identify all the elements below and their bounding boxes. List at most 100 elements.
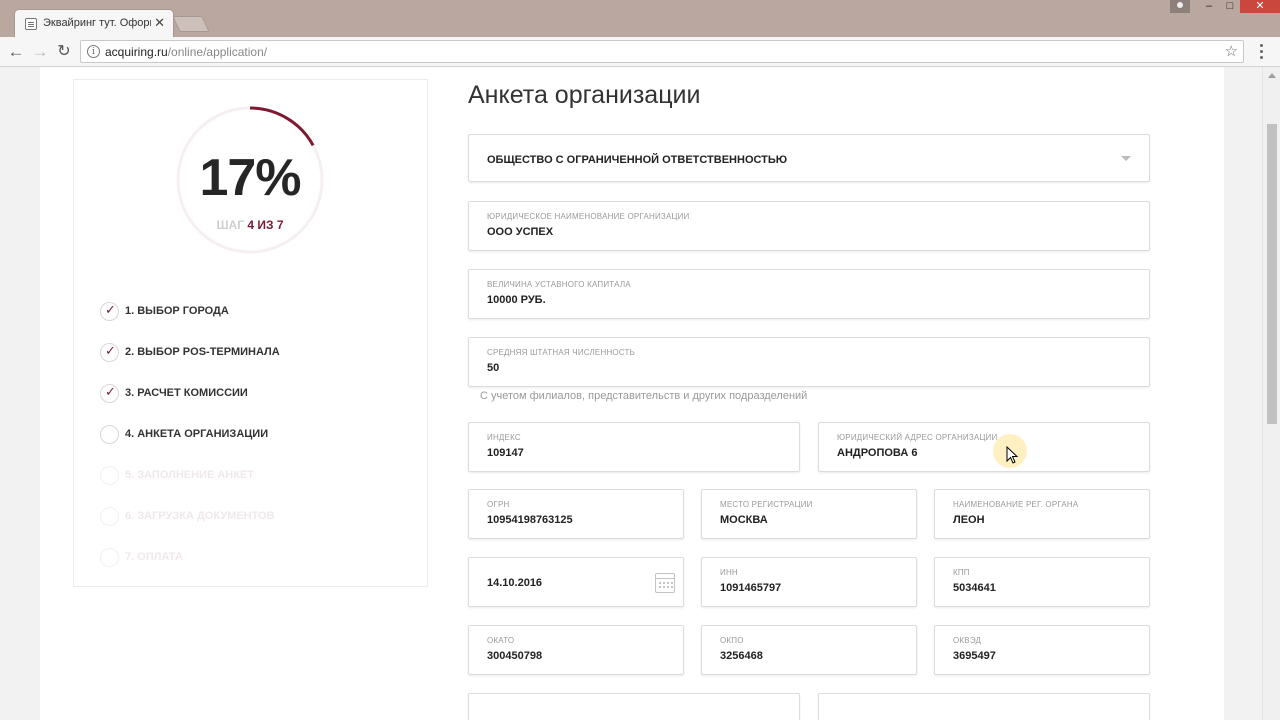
field-label: НАИМЕНОВАНИЕ РЕГ. ОРГАНА: [953, 500, 1079, 509]
step-counter: ШАГ 4 ИЗ 7: [174, 218, 326, 232]
headcount-field[interactable]: СРЕДНЯЯ ШТАТНАЯ ЧИСЛЕННОСТЬ 50: [468, 337, 1150, 387]
capital-field[interactable]: ВЕЛИЧИНА УСТАВНОГО КАПИТАЛА 10000 РУБ.: [468, 269, 1150, 319]
step-label: 5. ЗАПОЛНЕНИЕ АНКЕТ: [125, 469, 255, 481]
empty-circle-icon: [100, 507, 119, 526]
browser-tab[interactable]: Эквайринг тут. Оформле ✕: [14, 9, 174, 37]
reg-date-field[interactable]: 14.10.2016: [468, 557, 684, 607]
reg-authority-field[interactable]: НАИМЕНОВАНИЕ РЕГ. ОРГАНА ЛЕОН: [934, 489, 1150, 539]
step-current: 4 ИЗ 7: [247, 218, 284, 232]
forward-arrow-icon[interactable]: →: [29, 41, 51, 63]
address-bar[interactable]: i acquiring.ru/online/application/ ☆: [80, 40, 1244, 63]
empty-circle-icon: [100, 425, 119, 444]
browser-toolbar: ← → ↻ i acquiring.ru/online/application/…: [0, 37, 1280, 67]
back-arrow-icon[interactable]: ←: [5, 41, 27, 63]
field-value: 50: [487, 362, 500, 374]
check-icon: [100, 302, 119, 321]
step-item-disabled: 6. ЗАГРУЗКА ДОКУМЕНТОВ: [100, 507, 400, 527]
page-icon: [25, 18, 37, 30]
browser-menu-icon[interactable]: [1256, 42, 1266, 62]
legal-address-field[interactable]: ЮРИДИЧЕСКИЙ АДРЕС ОРГАНИЗАЦИИ АНДРОПОВА …: [818, 422, 1150, 472]
field-label: ИНН: [720, 568, 738, 577]
legal-name-field[interactable]: ЮРИДИЧЕСКОЕ НАИМЕНОВАНИЕ ОРГАНИЗАЦИИ ООО…: [468, 201, 1150, 251]
info-icon[interactable]: i: [87, 45, 100, 58]
reload-icon[interactable]: ↻: [53, 41, 75, 63]
close-window-button[interactable]: ✕: [1240, 0, 1280, 13]
page-content: 17% ШАГ 4 ИЗ 7 1. ВЫБОР ГОРОДА 2. ВЫБОР …: [40, 67, 1224, 720]
step-label: 7. ОПЛАТА: [125, 551, 183, 563]
field-label: СРЕДНЯЯ ШТАТНАЯ ЧИСЛЕННОСТЬ: [487, 348, 636, 357]
field-value: 10954198763125: [487, 514, 573, 526]
field-value: 5034641: [953, 582, 996, 594]
field-label: МЕСТО РЕГИСТРАЦИИ: [720, 500, 813, 509]
step-label: 4. АНКЕТА ОРГАНИЗАЦИИ: [125, 428, 269, 440]
field-value: 1091465797: [720, 582, 782, 594]
field-value: 10000 РУБ.: [487, 294, 546, 306]
url-domain: acquiring.ru: [105, 45, 168, 59]
field-label: ОКАТО: [487, 636, 515, 645]
field-label: ОГРН: [487, 500, 510, 509]
bank-field[interactable]: [468, 693, 800, 720]
field-value: 3256468: [720, 650, 763, 662]
scrollbar-thumb[interactable]: [1267, 124, 1277, 424]
reg-place-field[interactable]: МЕСТО РЕГИСТРАЦИИ МОСКВА: [701, 489, 917, 539]
kpp-field[interactable]: КПП 5034641: [934, 557, 1150, 607]
step-label: 1. ВЫБОР ГОРОДА: [125, 305, 229, 317]
field-label: ИНДЕКС: [487, 433, 521, 442]
url-text: acquiring.ru/online/application/: [105, 45, 267, 59]
new-tab-button[interactable]: [172, 16, 210, 32]
bank-field[interactable]: [818, 693, 1150, 720]
org-type-select[interactable]: ОБЩЕСТВО С ОГРАНИЧЕННОЙ ОТВЕТСТВЕННОСТЬЮ: [468, 134, 1150, 182]
field-value: 14.10.2016: [487, 577, 543, 589]
index-field[interactable]: ИНДЕКС 109147: [468, 422, 800, 472]
headcount-hint: С учетом филиалов, представительств и др…: [480, 390, 808, 402]
okpo-field[interactable]: ОКПО 3256468: [701, 625, 917, 675]
url-path: /online/application/: [167, 45, 268, 59]
calendar-icon[interactable]: [655, 573, 675, 593]
step-prefix: ШАГ: [216, 218, 244, 232]
maximize-button[interactable]: □: [1222, 0, 1238, 13]
org-type-value: ОБЩЕСТВО С ОГРАНИЧЕННОЙ ОТВЕТСТВЕННОСТЬЮ: [487, 154, 788, 166]
browser-titlebar: Эквайринг тут. Оформле ✕ – □ ✕: [0, 0, 1280, 37]
progress-percent: 17%: [199, 149, 301, 207]
chevron-down-icon: [1121, 156, 1131, 161]
check-icon: [100, 384, 119, 403]
step-item[interactable]: 2. ВЫБОР POS-ТЕРМИНАЛА: [100, 343, 400, 363]
field-value: 300450798: [487, 650, 543, 662]
ogrn-field[interactable]: ОГРН 10954198763125: [468, 489, 684, 539]
mouse-cursor-icon: [1006, 446, 1018, 464]
step-item[interactable]: 1. ВЫБОР ГОРОДА: [100, 302, 400, 322]
field-label: ОКПО: [720, 636, 744, 645]
field-label: ВЕЛИЧИНА УСТАВНОГО КАПИТАЛА: [487, 280, 631, 289]
progress-ring: 17% ШАГ 4 ИЗ 7: [174, 104, 326, 256]
empty-circle-icon: [100, 466, 119, 485]
step-label: 3. РАСЧЕТ КОМИССИИ: [125, 387, 248, 399]
step-item-disabled: 5. ЗАПОЛНЕНИЕ АНКЕТ: [100, 466, 400, 486]
okved-field[interactable]: ОКВЭД 3695497: [934, 625, 1150, 675]
empty-circle-icon: [100, 548, 119, 567]
field-label: ЮРИДИЧЕСКОЕ НАИМЕНОВАНИЕ ОРГАНИЗАЦИИ: [487, 212, 690, 221]
step-item[interactable]: 3. РАСЧЕТ КОМИССИИ: [100, 384, 400, 404]
field-value: 3695497: [953, 650, 996, 662]
scroll-up-arrow-icon[interactable]: [1268, 73, 1276, 78]
inn-field[interactable]: ИНН 1091465797: [701, 557, 917, 607]
progress-sidebar: 17% ШАГ 4 ИЗ 7 1. ВЫБОР ГОРОДА 2. ВЫБОР …: [73, 79, 428, 587]
bookmark-star-icon[interactable]: ☆: [1225, 42, 1238, 60]
field-label: ЮРИДИЧЕСКИЙ АДРЕС ОРГАНИЗАЦИИ: [837, 433, 998, 442]
step-label: 6. ЗАГРУЗКА ДОКУМЕНТОВ: [125, 510, 275, 522]
step-item-current[interactable]: 4. АНКЕТА ОРГАНИЗАЦИИ: [100, 425, 400, 445]
field-label: КПП: [953, 568, 970, 577]
field-label: ОКВЭД: [953, 636, 982, 645]
close-tab-icon[interactable]: ✕: [154, 15, 165, 31]
page-scrollbar[interactable]: [1262, 67, 1280, 720]
page-title: Анкета организации: [468, 81, 701, 109]
field-value: МОСКВА: [720, 514, 768, 526]
tab-title: Эквайринг тут. Оформле: [43, 17, 151, 29]
step-item-disabled: 7. ОПЛАТА: [100, 548, 400, 568]
minimize-button[interactable]: –: [1196, 0, 1222, 13]
step-label: 2. ВЫБОР POS-ТЕРМИНАЛА: [125, 346, 280, 358]
okato-field[interactable]: ОКАТО 300450798: [468, 625, 684, 675]
field-value: 109147: [487, 447, 524, 459]
user-profile-icon[interactable]: [1170, 0, 1190, 13]
field-value: АНДРОПОВА 6: [837, 447, 918, 459]
field-value: ООО УСПЕХ: [487, 226, 554, 238]
